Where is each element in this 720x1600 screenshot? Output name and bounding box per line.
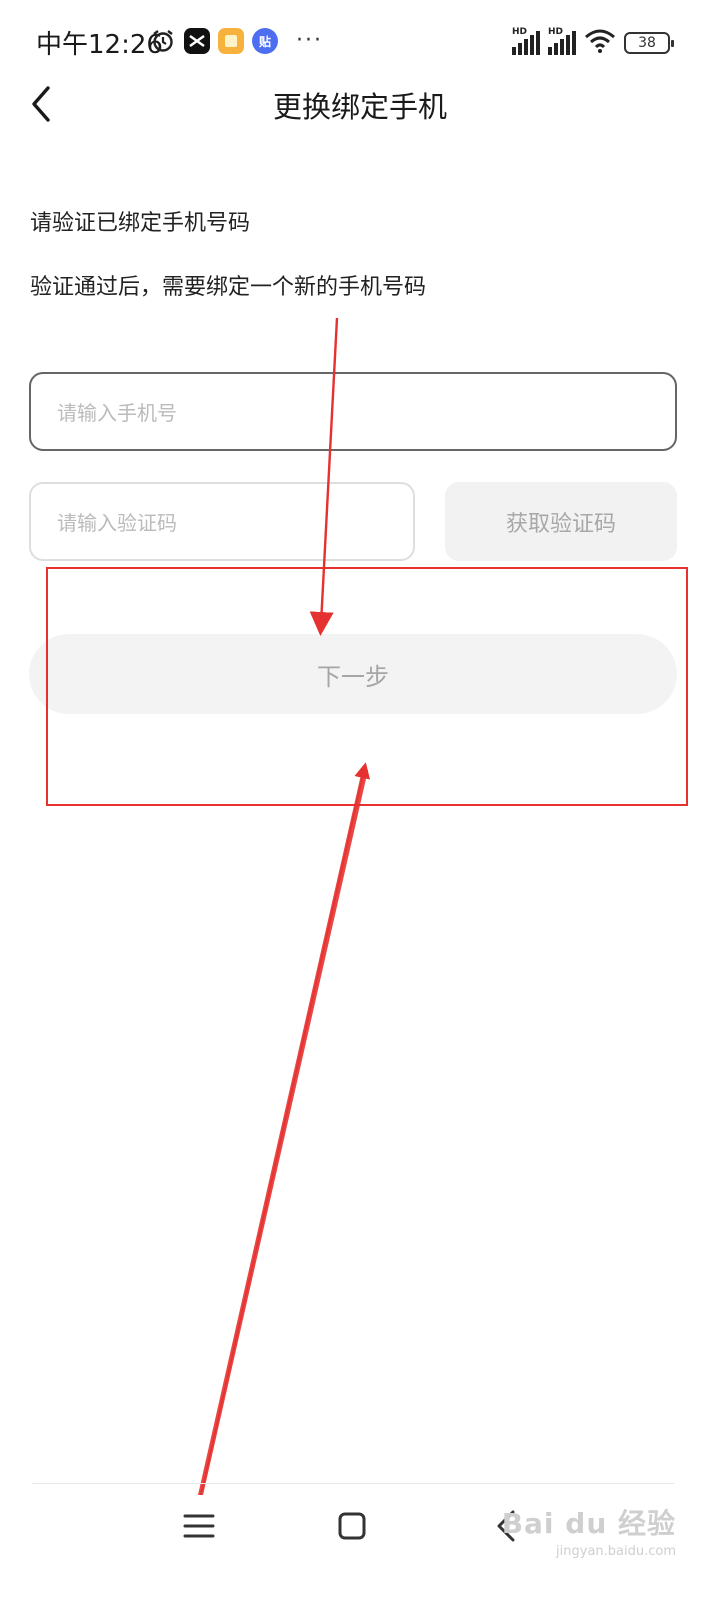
- instruction-subtext: 验证通过后，需要绑定一个新的手机号码: [30, 275, 427, 300]
- baidu-jingyan-watermark: Bai du 经验 jingyan.baidu.com: [502, 1502, 676, 1559]
- home-button[interactable]: [330, 1504, 374, 1548]
- status-time: 中午12:26: [36, 30, 163, 60]
- signal-icon-2: HD: [548, 27, 576, 55]
- nav-divider: [32, 1483, 674, 1484]
- status-icons-right: HD HD 38: [512, 27, 674, 58]
- get-code-button[interactable]: 获取验证码: [445, 482, 677, 561]
- recent-apps-button[interactable]: [177, 1504, 221, 1548]
- status-icons-left: 贴 ···: [150, 28, 323, 54]
- watermark-url: jingyan.baidu.com: [556, 1544, 676, 1559]
- status-bar: 中午12:26 贴 ··· HD HD 38: [0, 0, 720, 84]
- wifi-icon: [584, 28, 616, 58]
- annotation-highlight-box: [46, 567, 688, 806]
- alarm-icon: [150, 28, 176, 54]
- signal-icon: HD: [512, 27, 540, 55]
- capcut-icon: [184, 28, 210, 54]
- page-title: 更换绑定手机: [272, 90, 447, 124]
- instruction-text: 请验证已绑定手机号码: [30, 211, 251, 236]
- verification-code-input[interactable]: 请输入验证码: [29, 482, 415, 561]
- tieba-icon: 贴: [252, 28, 278, 54]
- battery-icon: 38: [624, 32, 674, 54]
- menu-icon: [183, 1514, 215, 1538]
- more-notifications-icon: ···: [296, 28, 323, 53]
- watermark-logo: Bai du 经验: [501, 1507, 676, 1540]
- annotation-arrow-up: [198, 770, 368, 1495]
- phone-number-input[interactable]: 请输入手机号: [29, 372, 677, 451]
- notes-app-icon: [218, 28, 244, 54]
- square-icon: [338, 1512, 366, 1540]
